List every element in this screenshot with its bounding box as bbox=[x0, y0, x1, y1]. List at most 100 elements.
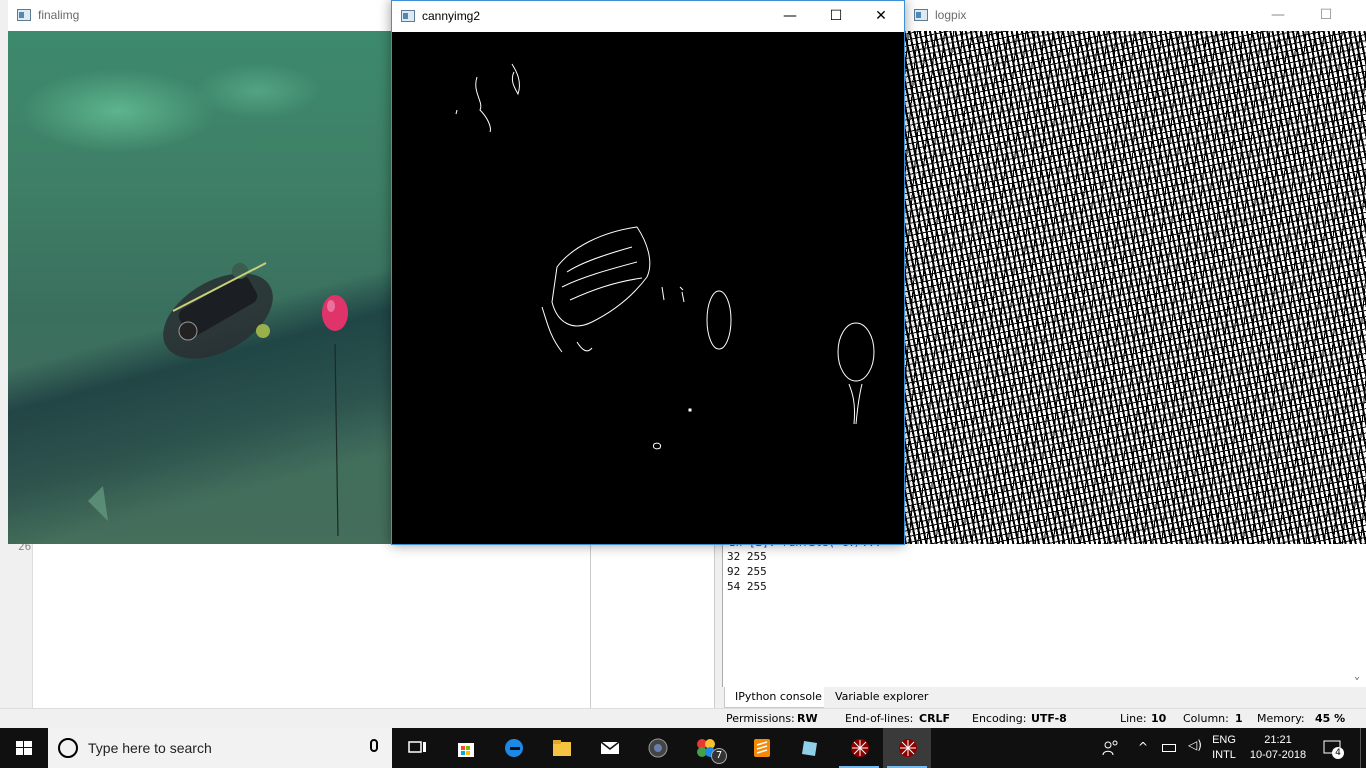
store-icon bbox=[458, 743, 474, 757]
cannyimg2-window[interactable]: cannyimg2 — ☐ ✕ bbox=[391, 0, 905, 545]
tab-ipython-console[interactable]: IPython console bbox=[724, 687, 833, 708]
close-button[interactable]: ✕ bbox=[858, 1, 904, 32]
logpix-titlebar[interactable]: logpix — ☐ bbox=[905, 0, 1366, 31]
lang-layout: INTL bbox=[1212, 749, 1236, 761]
console-output-line: 92 255 bbox=[727, 565, 767, 578]
show-desktop-button[interactable] bbox=[1360, 728, 1366, 768]
edge-contour bbox=[561, 246, 643, 301]
people-glyph-icon bbox=[1102, 740, 1118, 756]
ipython-console[interactable]: In [2]: runfile('C:/...' 32 255 92 255 5… bbox=[722, 536, 1366, 687]
volume-icon[interactable]: ◁) bbox=[1188, 738, 1202, 768]
chevron-up-icon[interactable]: ^ bbox=[1138, 740, 1148, 768]
underwater-photo bbox=[8, 31, 392, 544]
line-value: 10 bbox=[1151, 712, 1167, 725]
file-explorer-icon bbox=[553, 740, 571, 756]
editor-splitter[interactable] bbox=[590, 540, 591, 708]
cannyimg2-titlebar[interactable]: cannyimg2 — ☐ ✕ bbox=[392, 1, 904, 32]
clock-time: 21:21 bbox=[1264, 734, 1292, 746]
spyder-python-button[interactable] bbox=[883, 728, 931, 768]
window-title: cannyimg2 bbox=[422, 9, 481, 23]
people-icon[interactable] bbox=[1100, 738, 1120, 768]
log-filtered-image bbox=[905, 31, 1366, 544]
column-value: 1 bbox=[1235, 712, 1243, 725]
notepad-button[interactable] bbox=[785, 728, 833, 768]
encoding-value: UTF-8 bbox=[1031, 712, 1067, 725]
edge-button[interactable] bbox=[489, 728, 537, 768]
buoy-edge-contour bbox=[837, 322, 875, 382]
status-bar: Permissions: RW End-of-lines: CRLF Encod… bbox=[0, 708, 1366, 728]
tab-variable-explorer[interactable]: Variable explorer bbox=[824, 687, 940, 708]
notification-count: 4 bbox=[1332, 747, 1344, 759]
file-explorer-button[interactable] bbox=[537, 728, 585, 768]
edge-contour bbox=[455, 109, 458, 115]
edge-contour bbox=[551, 226, 651, 327]
edge-contour bbox=[848, 383, 863, 425]
clock[interactable]: 21:21 10-07-2018 bbox=[1246, 733, 1310, 768]
window-app-icon bbox=[401, 10, 415, 22]
mail-button[interactable] bbox=[585, 728, 633, 768]
mail-icon bbox=[600, 741, 620, 754]
maximize-button[interactable]: ☐ bbox=[1303, 0, 1349, 31]
memory-value: 45 % bbox=[1315, 712, 1346, 725]
window-title: finalimg bbox=[38, 8, 80, 22]
language-indicator[interactable]: ENG INTL bbox=[1206, 733, 1242, 768]
spyder-icon bbox=[851, 739, 869, 757]
start-button[interactable] bbox=[0, 728, 48, 768]
notification-button[interactable]: 4 bbox=[1322, 737, 1344, 768]
cannyimg2-image bbox=[392, 32, 904, 544]
finalimg-window[interactable]: finalimg bbox=[8, 0, 392, 544]
logpix-window[interactable]: logpix — ☐ bbox=[905, 0, 1366, 544]
edge-contour bbox=[688, 408, 692, 412]
sublime-icon bbox=[754, 739, 770, 757]
search-placeholder: Type here to search bbox=[88, 740, 212, 756]
eol-value: CRLF bbox=[919, 712, 951, 725]
memory-label: Memory: bbox=[1257, 712, 1305, 725]
auv-robot-icon bbox=[163, 262, 273, 359]
eol-label: End-of-lines: bbox=[845, 712, 914, 725]
camera-icon bbox=[648, 738, 668, 758]
taskbar-search-box[interactable]: Type here to search bbox=[48, 728, 392, 768]
code-editor[interactable]: 26 bbox=[0, 540, 715, 708]
lang-code: ENG bbox=[1212, 734, 1236, 746]
permissions-label: Permissions: bbox=[726, 712, 795, 725]
window-title: logpix bbox=[935, 8, 967, 22]
column-label: Column: bbox=[1183, 712, 1229, 725]
notepad-icon bbox=[802, 741, 817, 756]
rock-highlight bbox=[88, 486, 108, 521]
window-app-icon bbox=[914, 9, 928, 21]
store-button[interactable] bbox=[441, 728, 489, 768]
edge-contour bbox=[541, 306, 593, 353]
task-view-button[interactable] bbox=[393, 728, 441, 768]
permissions-value: RW bbox=[797, 712, 818, 725]
minimize-button[interactable]: — bbox=[767, 1, 813, 32]
console-output-line: 54 255 bbox=[727, 580, 767, 593]
edge-icon bbox=[505, 739, 523, 757]
line-number-gutter: 26 bbox=[0, 540, 33, 708]
edge-contour bbox=[653, 442, 661, 450]
battery-icon[interactable] bbox=[1162, 740, 1178, 768]
minimize-button[interactable]: — bbox=[1255, 0, 1301, 31]
maximize-button[interactable]: ☐ bbox=[813, 1, 859, 32]
windows-logo-icon bbox=[16, 741, 32, 755]
console-output-line: 32 255 bbox=[727, 550, 767, 563]
cortana-icon bbox=[58, 738, 78, 758]
sublime-button[interactable] bbox=[737, 728, 785, 768]
spyder-button[interactable] bbox=[835, 728, 883, 768]
edge-contour bbox=[475, 76, 491, 133]
scroll-down-arrow-icon[interactable]: ⌄ bbox=[1350, 671, 1364, 685]
microphone-icon[interactable] bbox=[370, 739, 378, 752]
finalimg-image bbox=[8, 31, 392, 544]
buoy-edge-contour bbox=[706, 290, 732, 350]
buoy-icon bbox=[322, 295, 348, 537]
task-view-icon bbox=[408, 741, 426, 753]
underwater-scene bbox=[88, 262, 348, 537]
spyder-icon bbox=[899, 739, 917, 757]
canny-edge-image bbox=[392, 32, 904, 544]
camera-button[interactable] bbox=[633, 728, 681, 768]
finalimg-titlebar[interactable]: finalimg bbox=[8, 0, 392, 31]
clock-date: 10-07-2018 bbox=[1249, 749, 1307, 761]
console-tabs: IPython console Variable explorer bbox=[722, 687, 1366, 708]
edge-contour bbox=[511, 63, 520, 96]
windows-taskbar: Type here to search 7 ^ ◁) ENG INTL 21:2… bbox=[0, 728, 1366, 768]
pinwheel-app-button[interactable]: 7 bbox=[681, 728, 729, 768]
